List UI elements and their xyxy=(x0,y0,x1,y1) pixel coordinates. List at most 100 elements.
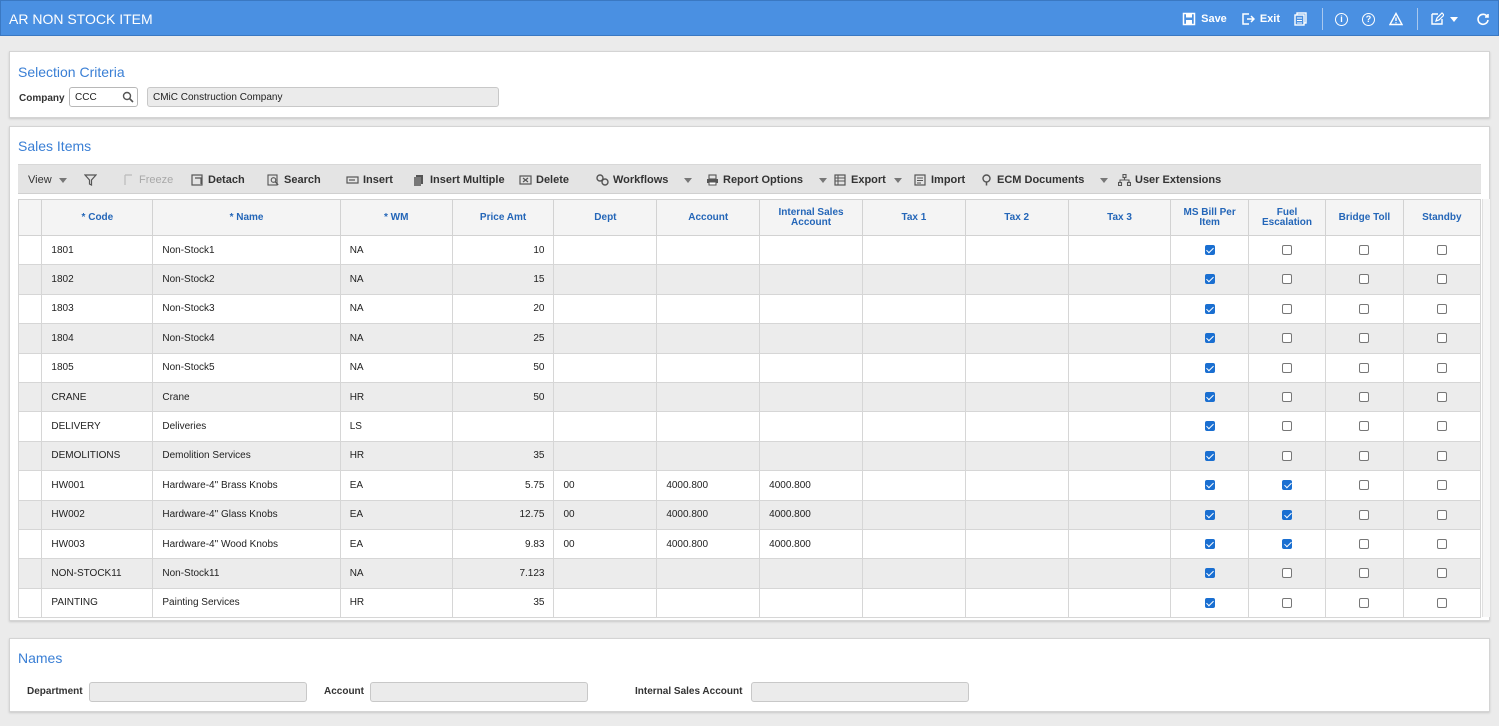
cell-code[interactable]: DEMOLITIONS xyxy=(41,440,154,472)
search-icon[interactable] xyxy=(122,91,134,103)
cell-tax1[interactable] xyxy=(861,323,966,354)
cell-wm[interactable]: NA xyxy=(339,264,453,295)
standby-checkbox[interactable] xyxy=(1436,538,1447,549)
standby-checkbox[interactable] xyxy=(1436,421,1447,432)
cell-code[interactable]: PAINTING xyxy=(41,587,154,619)
cell-wm[interactable]: NA xyxy=(339,323,453,354)
cell-price-amt[interactable] xyxy=(451,411,555,442)
print-icon[interactable] xyxy=(1294,12,1308,26)
cell-dept[interactable] xyxy=(553,264,658,295)
cell-tax3[interactable] xyxy=(1067,499,1172,530)
row-selector[interactable] xyxy=(17,558,43,589)
row-selector[interactable] xyxy=(17,528,43,560)
cell-price-amt[interactable]: 9.83 xyxy=(451,528,555,560)
standby-checkbox[interactable] xyxy=(1436,274,1447,285)
column-header-bridge-toll[interactable]: Bridge Toll xyxy=(1325,199,1404,236)
cell-tax1[interactable] xyxy=(861,293,966,325)
table-row[interactable]: 1803 Non-Stock3 NA 20 xyxy=(17,293,1482,325)
search-button[interactable]: Search xyxy=(267,174,321,186)
cell-dept[interactable]: 00 xyxy=(553,528,658,560)
cell-tax3[interactable] xyxy=(1067,558,1172,589)
cell-name[interactable]: Hardware-4" Brass Knobs xyxy=(152,470,341,501)
cell-name[interactable]: Non-Stock1 xyxy=(152,234,341,266)
cell-tax3[interactable] xyxy=(1067,323,1172,354)
cell-account[interactable]: 4000.800 xyxy=(656,470,761,501)
ms-bill-per-item-checkbox[interactable] xyxy=(1204,245,1215,256)
cell-tax3[interactable] xyxy=(1067,352,1172,383)
ms-bill-per-item-checkbox[interactable] xyxy=(1204,303,1215,314)
cell-account[interactable] xyxy=(656,293,761,325)
cell-tax1[interactable] xyxy=(861,470,966,501)
chevron-down-icon[interactable] xyxy=(1450,16,1458,22)
cell-name[interactable]: Non-Stock11 xyxy=(152,558,341,589)
cell-name[interactable]: Non-Stock2 xyxy=(152,264,341,295)
standby-checkbox[interactable] xyxy=(1436,568,1447,579)
cell-dept[interactable] xyxy=(553,234,658,266)
fuel-escalation-checkbox[interactable] xyxy=(1282,245,1293,256)
standby-checkbox[interactable] xyxy=(1436,362,1447,373)
cell-tax2[interactable] xyxy=(964,558,1069,589)
cell-account[interactable] xyxy=(656,440,761,472)
cell-price-amt[interactable]: 5.75 xyxy=(451,470,555,501)
cell-internal-sales-account[interactable] xyxy=(759,381,863,413)
cell-account[interactable]: 4000.800 xyxy=(656,499,761,530)
column-header-fuel-escalation[interactable]: Fuel Escalation xyxy=(1247,199,1327,236)
cell-wm[interactable]: EA xyxy=(339,499,453,530)
table-row[interactable]: HW001 Hardware-4" Brass Knobs EA 5.75 00 4000… xyxy=(17,470,1482,501)
fuel-escalation-checkbox[interactable] xyxy=(1282,303,1293,314)
row-selector[interactable] xyxy=(17,352,43,383)
fuel-escalation-checkbox[interactable] xyxy=(1282,392,1293,402)
table-row[interactable]: HW003 Hardware-4" Wood Knobs EA 9.83 00 4000.… xyxy=(17,528,1482,560)
ms-bill-per-item-checkbox[interactable] xyxy=(1204,568,1215,579)
cell-account[interactable] xyxy=(656,381,761,413)
cell-internal-sales-account[interactable] xyxy=(759,587,863,619)
cell-wm[interactable]: HR xyxy=(339,587,453,619)
table-row[interactable]: HW002 Hardware-4" Glass Knobs EA 12.75 00 400… xyxy=(17,499,1482,530)
cell-price-amt[interactable]: 7.123 xyxy=(451,558,555,589)
table-row[interactable]: CRANE Crane HR 50 xyxy=(17,381,1482,413)
cell-tax3[interactable] xyxy=(1067,234,1172,266)
cell-price-amt[interactable]: 25 xyxy=(451,323,555,354)
ms-bill-per-item-checkbox[interactable] xyxy=(1204,509,1215,520)
table-row[interactable]: PAINTING Painting Services HR 35 xyxy=(17,587,1482,619)
column-header-internal-sales-account[interactable]: Internal Sales Account xyxy=(759,199,863,236)
cell-account[interactable] xyxy=(656,264,761,295)
cell-tax2[interactable] xyxy=(964,264,1069,295)
row-selector[interactable] xyxy=(17,499,43,530)
cell-wm[interactable]: NA xyxy=(339,293,453,325)
column-header-price-amt[interactable]: Price Amt xyxy=(451,199,555,236)
cell-tax3[interactable] xyxy=(1067,411,1172,442)
row-selector[interactable] xyxy=(17,587,43,619)
ms-bill-per-item-checkbox[interactable] xyxy=(1204,274,1215,285)
cell-account[interactable] xyxy=(656,411,761,442)
ms-bill-per-item-checkbox[interactable] xyxy=(1204,362,1215,373)
standby-checkbox[interactable] xyxy=(1436,597,1447,608)
cell-name[interactable]: Non-Stock3 xyxy=(152,293,341,325)
column-header-name[interactable]: * Name xyxy=(152,199,341,236)
cell-internal-sales-account[interactable] xyxy=(759,323,863,354)
cell-tax3[interactable] xyxy=(1067,264,1172,295)
cell-wm[interactable]: EA xyxy=(339,528,453,560)
cell-price-amt[interactable]: 50 xyxy=(451,352,555,383)
view-menu[interactable]: View xyxy=(28,174,67,186)
cell-code[interactable]: DELIVERY xyxy=(41,411,154,442)
refresh-icon[interactable] xyxy=(1476,12,1490,26)
row-selector[interactable] xyxy=(17,381,43,413)
cell-price-amt[interactable]: 35 xyxy=(451,440,555,472)
cell-name[interactable]: Hardware-4" Wood Knobs xyxy=(152,528,341,560)
cell-dept[interactable] xyxy=(553,352,658,383)
column-header-tax3[interactable]: Tax 3 xyxy=(1067,199,1172,236)
fuel-escalation-checkbox[interactable] xyxy=(1282,568,1293,579)
save-button[interactable]: Save xyxy=(1182,12,1227,26)
edit-icon[interactable] xyxy=(1430,12,1444,26)
fuel-escalation-checkbox[interactable] xyxy=(1282,597,1293,608)
cell-code[interactable]: 1801 xyxy=(41,234,154,266)
cell-internal-sales-account[interactable]: 4000.800 xyxy=(759,499,863,530)
fuel-escalation-checkbox[interactable] xyxy=(1282,421,1293,432)
cell-name[interactable]: Deliveries xyxy=(152,411,341,442)
cell-tax1[interactable] xyxy=(861,499,966,530)
ms-bill-per-item-checkbox[interactable] xyxy=(1204,333,1215,344)
row-selector[interactable] xyxy=(17,440,43,472)
cell-dept[interactable]: 00 xyxy=(553,499,658,530)
cell-tax1[interactable] xyxy=(861,381,966,413)
